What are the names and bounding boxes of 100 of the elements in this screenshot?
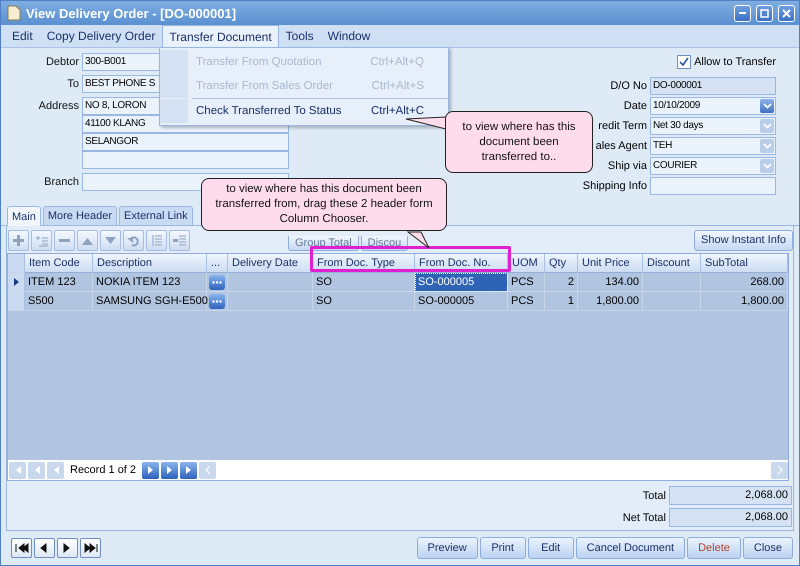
previous-icon — [52, 466, 60, 474]
close-button[interactable] — [778, 4, 795, 22]
undo-icon — [127, 234, 140, 247]
total-value: 2,068.00 — [669, 486, 792, 505]
menu-item[interactable]: Window — [320, 25, 378, 47]
close-icon — [782, 8, 791, 18]
field-label: Address — [38, 99, 79, 114]
nav-button[interactable] — [161, 462, 178, 478]
table-cell: 2 — [545, 273, 578, 292]
address-field[interactable]: SELANGOR — [82, 133, 289, 151]
tab[interactable]: More Header — [42, 206, 118, 225]
action-button[interactable]: Close — [742, 537, 793, 559]
down-arrow-icon — [104, 236, 117, 246]
toolbar-button[interactable] — [54, 230, 75, 251]
address-field[interactable] — [82, 151, 289, 169]
menu-item[interactable]: Tools — [278, 25, 321, 47]
action-button[interactable]: Delete — [687, 537, 741, 559]
list-icon — [173, 234, 186, 247]
field-label: Ship via — [608, 159, 647, 174]
maximize-button[interactable] — [756, 4, 773, 22]
dropdown-field[interactable]: 10/10/2009 — [650, 97, 776, 115]
toolbar-button[interactable] — [169, 230, 190, 251]
show-instant-info-button[interactable]: Show Instant Info — [694, 230, 793, 251]
action-button[interactable]: Cancel Document — [576, 537, 686, 559]
insert-line-icon — [34, 234, 48, 246]
nav-button[interactable] — [180, 462, 198, 478]
table-cell: NOKIA ITEM 123 — [93, 273, 207, 292]
chevron-left-icon — [204, 466, 211, 474]
plus-icon — [12, 234, 25, 247]
dots-icon — [212, 300, 222, 302]
table-cell: 1,800.00 — [701, 292, 788, 311]
column-header[interactable]: Discount — [643, 254, 701, 273]
toolbar-button[interactable] — [31, 230, 52, 251]
total-label: Net Total — [622, 512, 666, 524]
field-label: Branch — [43, 175, 79, 190]
menu-item[interactable]: Transfer Document — [162, 25, 279, 47]
total-value: 2,068.00 — [669, 508, 792, 527]
column-header[interactable]: ... — [207, 254, 228, 273]
next-icon — [166, 466, 174, 474]
first-record-icon — [14, 543, 28, 553]
record-nav-button[interactable] — [80, 538, 101, 558]
input-field[interactable]: DO-000001 — [650, 77, 776, 95]
action-button[interactable]: Print — [480, 537, 526, 559]
record-nav-button[interactable] — [11, 538, 32, 558]
tooltip-tail — [407, 231, 431, 249]
chevron-right-icon — [776, 466, 782, 474]
column-header[interactable]: Item Code — [25, 254, 93, 273]
ellipsis-button[interactable] — [209, 294, 225, 308]
field-label: To — [66, 77, 79, 92]
tab[interactable]: Main — [7, 206, 41, 226]
table-cell: 268.00 — [701, 273, 788, 292]
table-cell: SAMSUNG SGH-E500 — [93, 292, 207, 311]
field-label: Shipping Info — [582, 179, 647, 194]
menu-item[interactable]: Copy Delivery Order — [40, 25, 162, 47]
next-icon — [146, 466, 155, 474]
toolbar-button[interactable] — [77, 230, 98, 251]
column-header[interactable]: Description — [93, 254, 207, 273]
toolbar-button[interactable] — [8, 230, 29, 251]
table-cell: 1 — [545, 292, 578, 311]
record-nav-button[interactable] — [57, 538, 78, 558]
document-icon — [7, 5, 21, 21]
menu-item[interactable]: Edit — [5, 25, 40, 47]
table-cell: PCS — [508, 292, 545, 311]
dots-icon — [212, 280, 222, 284]
table-cell: SO — [313, 292, 415, 311]
window-title: View Delivery Order - [DO-000001] — [26, 6, 238, 20]
table-cell: ITEM 123 — [25, 273, 93, 292]
table-cell: PCS — [508, 273, 545, 292]
nav-button[interactable] — [142, 462, 160, 478]
field-label: Debtor — [44, 55, 79, 70]
minimize-button[interactable] — [734, 4, 751, 22]
column-header[interactable]: Qty — [545, 254, 578, 273]
check-icon — [679, 57, 690, 67]
toolbar-button[interactable] — [146, 230, 167, 251]
maximize-icon — [760, 8, 769, 18]
input-field[interactable] — [650, 177, 776, 195]
column-header[interactable]: SubTotal — [701, 254, 788, 273]
scroll-right-button[interactable] — [771, 462, 788, 478]
table-cell: SO-000005 — [415, 292, 508, 311]
tab[interactable]: External Link — [119, 206, 193, 225]
column-header[interactable]: Delivery Date — [228, 254, 313, 273]
toolbar-button[interactable] — [100, 230, 121, 251]
column-header[interactable]: Unit Price — [578, 254, 643, 273]
field-label: Date — [624, 99, 647, 114]
field-label: D/O No — [610, 79, 647, 94]
minimize-icon — [739, 12, 746, 14]
last-record-icon — [84, 543, 98, 553]
list-icon — [150, 234, 163, 247]
column-header[interactable]: From Doc. Type — [313, 254, 415, 273]
tooltip-tail — [405, 115, 447, 131]
action-button[interactable]: Edit — [528, 537, 574, 559]
table-cell: 134.00 — [578, 273, 643, 292]
toolbar-button[interactable] — [123, 230, 144, 251]
record-nav-button[interactable] — [34, 538, 55, 558]
help-tooltip: to view where has this document been transferred to.. — [445, 111, 593, 173]
ellipsis-button[interactable] — [209, 274, 225, 290]
table-cell: S500 — [25, 292, 93, 311]
action-button[interactable]: Preview — [416, 537, 478, 559]
column-header[interactable]: UOM — [508, 254, 545, 273]
checkbox[interactable] — [677, 55, 692, 69]
